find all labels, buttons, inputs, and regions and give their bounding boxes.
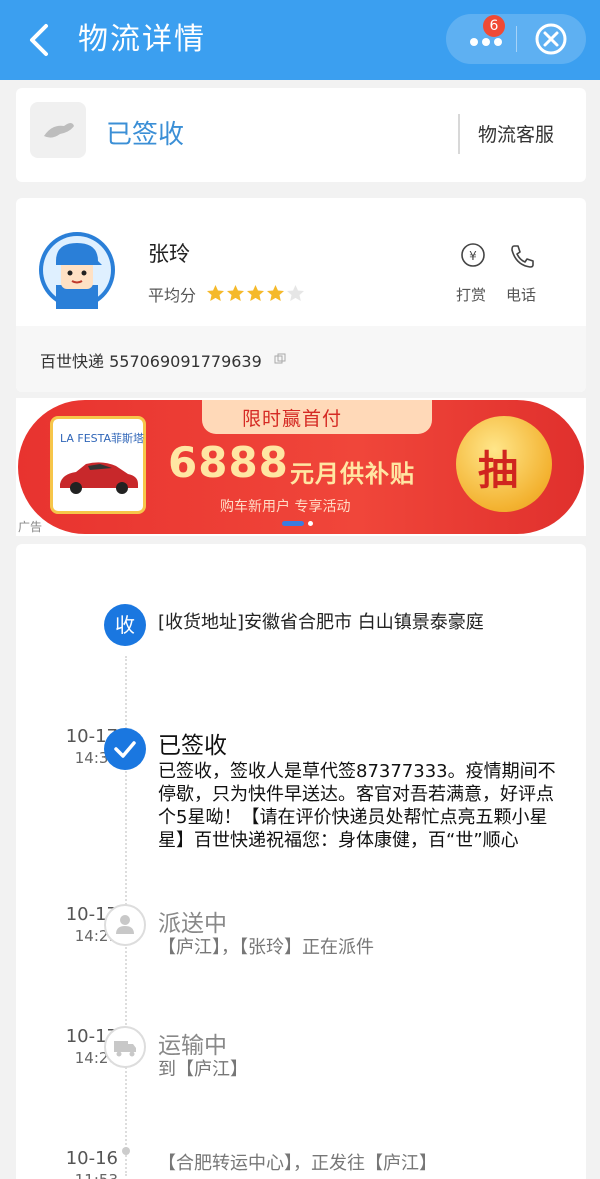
event-description: 已签收，签收人是草代签87377333。疫情期间不停歇，只为快件早送达。客官对吾… xyxy=(158,761,556,851)
carousel-indicator xyxy=(282,521,313,526)
svg-text:收: 收 xyxy=(115,613,135,637)
star-filled-icon xyxy=(246,284,265,302)
star-filled-icon xyxy=(206,284,225,302)
tracking-number: 百世快递 557069091779639 xyxy=(40,352,262,371)
delivery-status: 已签收 xyxy=(106,120,185,150)
carousel-dot xyxy=(308,521,313,526)
delivery-address: [收货地址]安徽省合肥市 白山镇景泰豪庭 xyxy=(158,612,484,633)
logistics-service-button[interactable]: 物流客服 xyxy=(478,120,554,147)
phone-icon[interactable] xyxy=(508,242,536,270)
svg-text:¥: ¥ xyxy=(469,249,477,263)
tip-icon[interactable]: ¥ xyxy=(460,242,486,268)
rating-label: 平均分 xyxy=(148,286,197,305)
delivering-node xyxy=(104,904,146,946)
event-date: 10-16 xyxy=(65,1148,118,1169)
star-filled-icon xyxy=(266,284,285,302)
ad-footnote: 购车新用户 专享活动 xyxy=(220,499,351,515)
mini-program-capsule xyxy=(446,14,586,64)
capsule-divider xyxy=(516,26,517,52)
courier-avatar xyxy=(39,232,115,309)
notification-badge: 6 xyxy=(483,15,505,37)
event-description: 到【庐江】 xyxy=(158,1059,248,1080)
event-description: 【合肥转运中心】，正发往【庐江】 xyxy=(158,1153,437,1174)
receive-icon: 收 xyxy=(115,613,135,637)
courier-card: 张玲 平均分 ¥ 打赏 电话 百世快递 557069091779639 xyxy=(16,198,586,392)
event-title: 运输中 xyxy=(158,1033,227,1059)
close-icon[interactable] xyxy=(534,22,568,56)
ad-banner[interactable]: 限时赢首付 LA FESTA菲斯塔 6888 元月供补贴 购车新用户 专享活动 … xyxy=(16,398,586,536)
top-bar: 物流详情 6 xyxy=(0,0,600,80)
check-icon xyxy=(114,741,136,758)
address-node: 收 xyxy=(104,604,146,646)
ad-brand: LA FESTA菲斯塔 xyxy=(60,432,145,445)
phone-label[interactable]: 电话 xyxy=(506,284,536,305)
tracking-number-row: 百世快递 557069091779639 xyxy=(16,326,586,392)
back-arrow-icon[interactable] xyxy=(22,18,62,62)
courier-name: 张玲 xyxy=(148,242,190,266)
event-time: 11:53 xyxy=(38,1170,118,1179)
carrier-logo-icon xyxy=(44,123,74,138)
carrier-logo xyxy=(30,102,86,158)
ad-top-text: 限时赢首付 xyxy=(242,408,343,430)
timeline-dot xyxy=(122,1147,130,1155)
draw-button-label[interactable]: 抽 xyxy=(478,438,518,496)
event-title: 派送中 xyxy=(158,911,227,937)
logistics-timeline: 收 [收货地址]安徽省合肥市 白山镇景泰豪庭 10-17 14:32 已签收 已… xyxy=(16,544,586,1179)
rating-stars xyxy=(206,284,305,302)
signed-node xyxy=(104,728,146,770)
carousel-dot-active xyxy=(282,521,304,526)
event-title: 已签收 xyxy=(158,733,227,759)
star-filled-icon xyxy=(226,284,245,302)
status-divider xyxy=(458,114,460,154)
transit-node xyxy=(104,1026,146,1068)
person-icon xyxy=(116,915,134,934)
status-card: 已签收 物流客服 xyxy=(16,88,586,182)
car-image xyxy=(60,462,138,494)
tip-label[interactable]: 打赏 xyxy=(456,284,486,305)
copy-icon[interactable] xyxy=(274,353,286,365)
event-description: 【庐江】，【张玲】正在派件 xyxy=(158,937,374,958)
ad-subsidy-text: 元月供补贴 xyxy=(290,460,415,488)
ad-label: 广告 xyxy=(18,520,43,534)
star-empty-icon xyxy=(286,284,305,302)
page-title: 物流详情 xyxy=(78,22,206,57)
truck-icon xyxy=(114,1041,136,1057)
ad-amount: 6888 xyxy=(168,438,289,487)
